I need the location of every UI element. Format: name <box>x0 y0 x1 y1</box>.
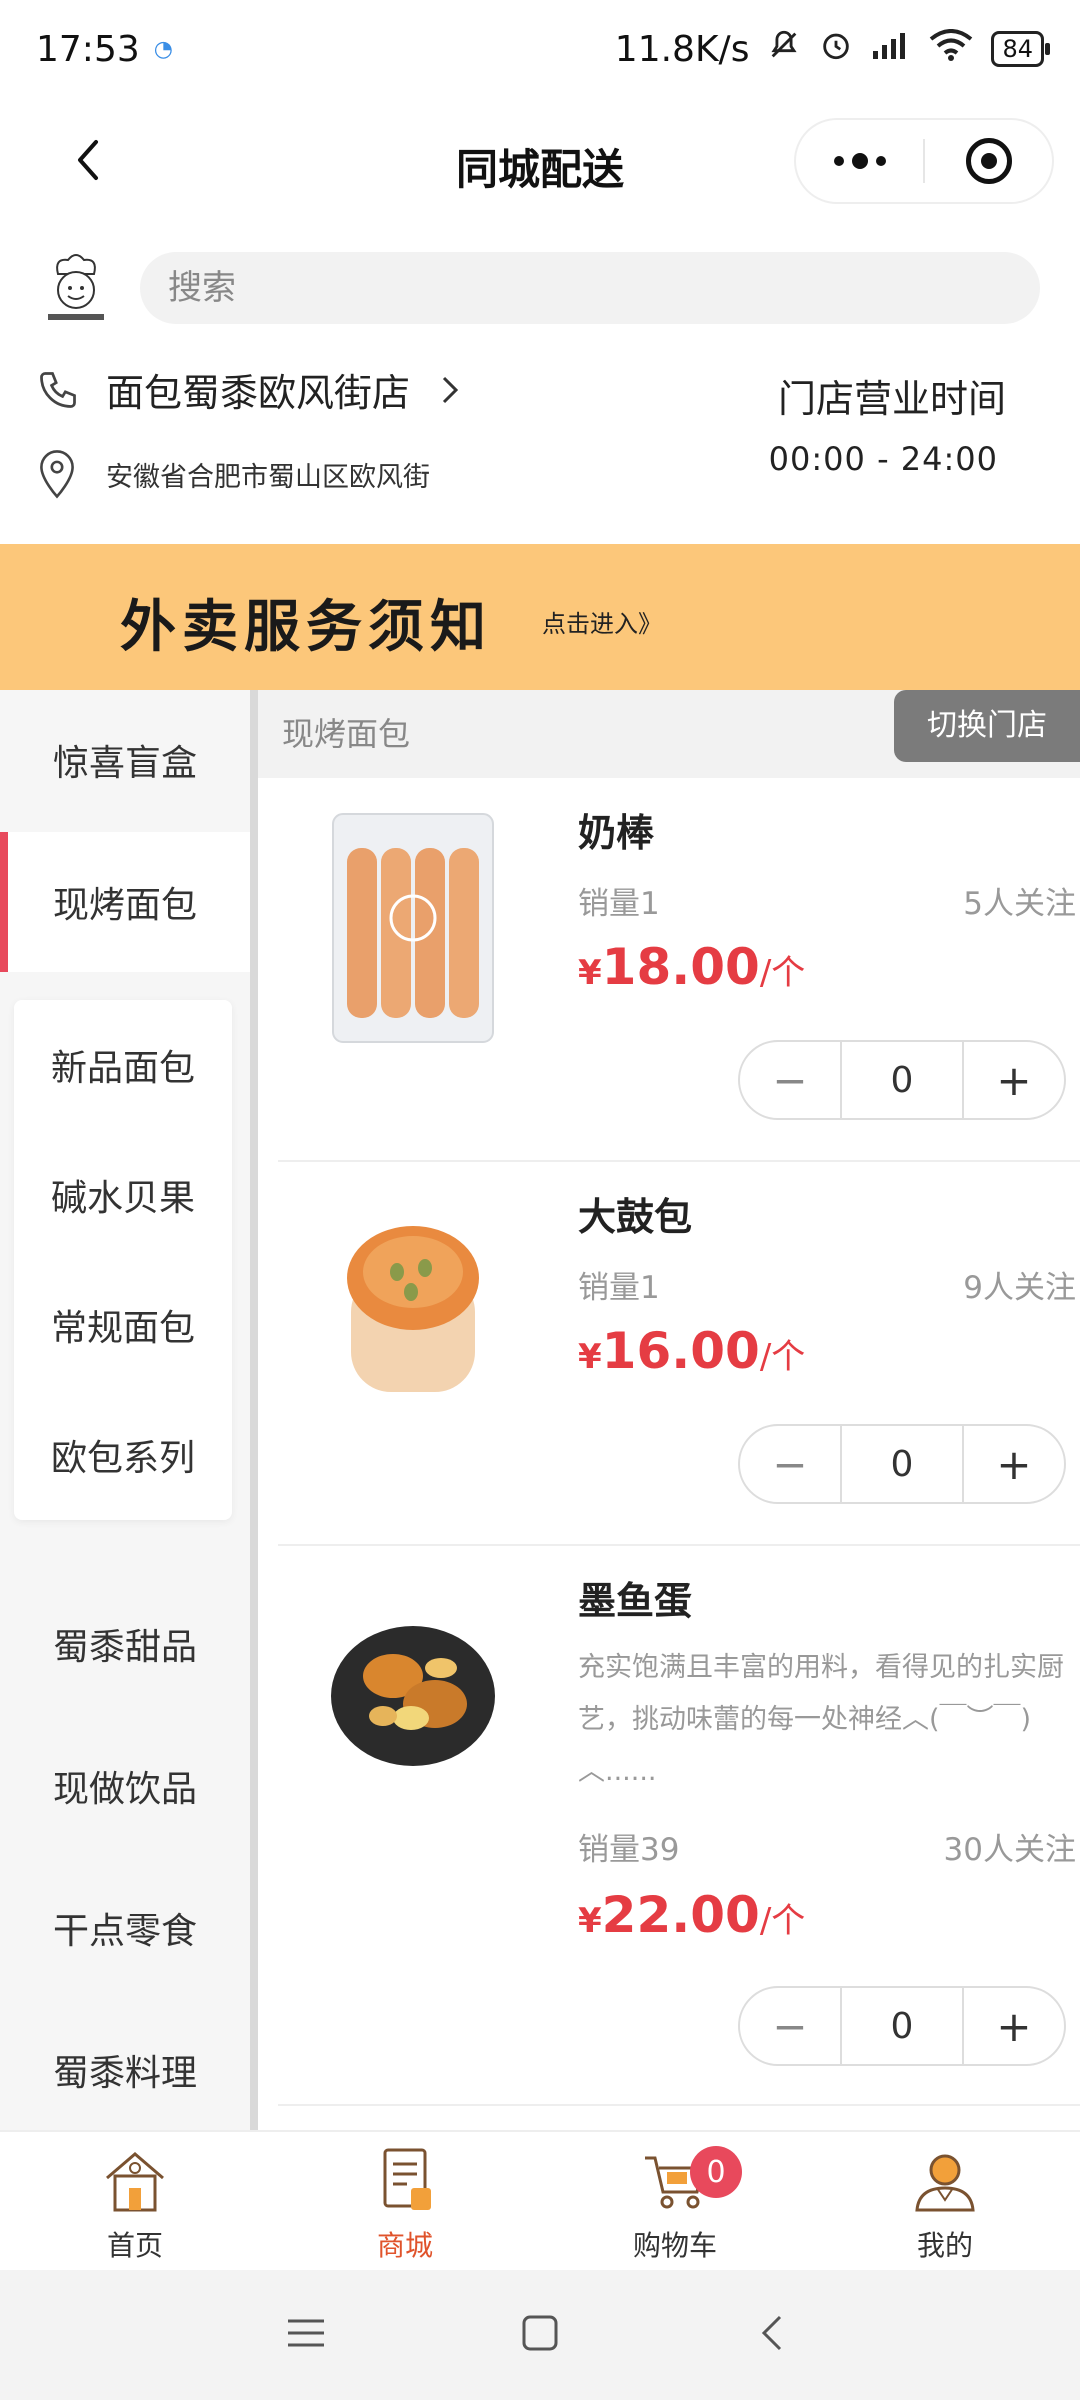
hours-label: 门店营业时间 <box>777 377 1006 421</box>
category-item-dishes[interactable]: 蜀黍料理 <box>0 2000 250 2140</box>
increase-button[interactable]: + <box>964 1426 1064 1502</box>
tab-label: 商城 <box>376 2229 433 2262</box>
tab-home[interactable]: 首页 <box>0 2132 270 2270</box>
product-name: 大鼓包 <box>578 1195 693 1239</box>
decrease-button[interactable]: − <box>740 1426 840 1502</box>
increase-button[interactable]: + <box>964 1042 1064 1118</box>
product-followers: 5人关注 <box>963 886 1076 922</box>
product-image <box>298 1566 528 1826</box>
recent-apps-button[interactable] <box>284 2313 328 2357</box>
square-icon <box>522 2315 558 2351</box>
store-address-row: 安徽省合肥市蜀山区欧风街 <box>36 448 430 500</box>
status-bar: 17:53 ◔ 11.8K/s 84 <box>0 0 1080 98</box>
quantity-stepper: − 0 + <box>738 1424 1066 1504</box>
product-item[interactable]: 墨鱼蛋 充实饱满且丰富的用料，看得见的扎实厨艺，挑动味蕾的每一处神经︿(￣︶￣)… <box>278 1546 1080 2106</box>
quantity-value[interactable]: 0 <box>840 1988 964 2064</box>
tab-profile[interactable]: 我的 <box>810 2132 1080 2270</box>
product-name: 墨鱼蛋 <box>578 1579 693 1623</box>
menu-icon <box>288 2319 324 2347</box>
quantity-stepper: − 0 + <box>738 1986 1066 2066</box>
user-icon <box>915 2154 975 2212</box>
subcategory-item-euro-bread[interactable]: 欧包系列 <box>14 1390 232 1520</box>
miniprogram-capsule <box>794 118 1054 204</box>
alarm-icon <box>819 28 853 71</box>
product-item[interactable]: 大鼓包 销量1 9人关注 ¥16.00/个 − 0 + <box>278 1162 1080 1546</box>
product-name: 奶棒 <box>578 811 655 855</box>
cart-badge: 0 <box>690 2146 742 2198</box>
tab-cart[interactable]: 购物车 0 <box>540 2132 810 2270</box>
tab-mall[interactable]: 商城 <box>270 2132 540 2270</box>
store-name-link[interactable]: 面包蜀黍欧风街店 <box>36 362 464 417</box>
decrease-button[interactable]: − <box>740 1042 840 1118</box>
product-image <box>298 1182 528 1442</box>
network-speed: 11.8K/s <box>614 28 750 70</box>
tab-label: 我的 <box>916 2229 973 2262</box>
product-description: 充实饱满且丰富的用料，看得见的扎实厨艺，挑动味蕾的每一处神经︿(￣︶￣)︿...… <box>578 1652 1064 1787</box>
switch-store-button[interactable]: 切换门店 <box>894 690 1080 762</box>
product-price: ¥18.00/个 <box>578 938 806 996</box>
product-sales: 销量39 <box>578 1832 680 1868</box>
quantity-stepper: − 0 + <box>738 1040 1066 1120</box>
increase-button[interactable]: + <box>964 1988 1064 2064</box>
product-followers: 9人关注 <box>963 1270 1076 1306</box>
tab-label: 购物车 <box>632 2229 717 2262</box>
category-item-snacks[interactable]: 干点零食 <box>0 1858 250 1998</box>
quantity-value[interactable]: 0 <box>840 1042 964 1118</box>
subcategory-item-regular-bread[interactable]: 常规面包 <box>14 1260 232 1390</box>
category-item-drinks[interactable]: 现做饮品 <box>0 1716 250 1856</box>
product-price: ¥22.00/个 <box>578 1886 806 1944</box>
quantity-value[interactable]: 0 <box>840 1426 964 1502</box>
battery-indicator: 84 <box>991 31 1050 67</box>
delivery-notice-banner[interactable]: 外卖服务须知 点击进入》 <box>0 544 1080 690</box>
subcategory-item-new-bread[interactable]: 新品面包 <box>14 1000 232 1130</box>
system-nav-bar <box>0 2270 1080 2400</box>
close-miniprogram-button[interactable] <box>925 120 1052 202</box>
bottom-tab-bar: 首页 商城 购物车 0 我的 <box>0 2130 1080 2270</box>
product-sales: 销量1 <box>578 886 660 922</box>
more-icon <box>833 153 886 169</box>
product-followers: 30人关注 <box>943 1832 1076 1868</box>
clock: 17:53 <box>36 28 140 70</box>
message-icon: ◔ <box>153 36 173 62</box>
decrease-button[interactable]: − <box>740 1988 840 2064</box>
chevron-right-icon <box>442 376 459 403</box>
search-row: 搜索 <box>0 244 1080 334</box>
sidebar-scrollbar <box>250 690 258 2130</box>
banner-link: 点击进入》 <box>542 610 662 638</box>
store-address: 安徽省合肥市蜀山区欧风街 <box>106 461 430 493</box>
back-triangle-icon <box>761 2315 782 2351</box>
mute-icon <box>767 28 801 71</box>
wifi-icon <box>929 28 973 70</box>
more-button[interactable] <box>796 120 923 202</box>
hours-value: 00:00 - 24:00 <box>768 440 998 478</box>
store-menu-icon <box>383 2148 431 2210</box>
store-info: 面包蜀黍欧风街店 安徽省合肥市蜀山区欧风街 门店营业时间 00:00 - 24:… <box>0 352 1080 522</box>
location-pin-icon <box>40 450 74 499</box>
home-icon <box>106 2152 164 2212</box>
banner-title: 外卖服务须知 <box>120 595 492 660</box>
product-price: ¥16.00/个 <box>578 1322 806 1380</box>
home-system-button[interactable] <box>518 2311 562 2359</box>
product-sales: 销量1 <box>578 1270 660 1306</box>
signal-icon <box>871 29 911 70</box>
product-image <box>298 798 528 1058</box>
back-system-button[interactable] <box>752 2311 796 2359</box>
search-input[interactable]: 搜索 <box>140 252 1040 324</box>
title-bar: 同城配送 <box>0 98 1080 224</box>
category-item-desserts[interactable]: 蜀黍甜品 <box>0 1574 250 1714</box>
phone-icon <box>40 371 76 408</box>
tab-label: 首页 <box>106 2229 163 2262</box>
product-item[interactable]: 奶棒 销量1 5人关注 ¥18.00/个 − 0 + <box>278 778 1080 1162</box>
category-item-surprise-box[interactable]: 惊喜盲盒 <box>0 690 250 830</box>
target-icon <box>965 138 1012 184</box>
subcategory-item-bagel[interactable]: 碱水贝果 <box>14 1130 232 1260</box>
category-item-fresh-bread[interactable]: 现烤面包 <box>0 832 250 972</box>
product-list: 现烤面包 奶棒 销量1 5人关注 ¥18.00/个 − 0 + 大鼓包 销量1 … <box>258 690 1080 2130</box>
store-logo <box>40 250 112 326</box>
store-name: 面包蜀黍欧风街店 <box>106 371 411 415</box>
